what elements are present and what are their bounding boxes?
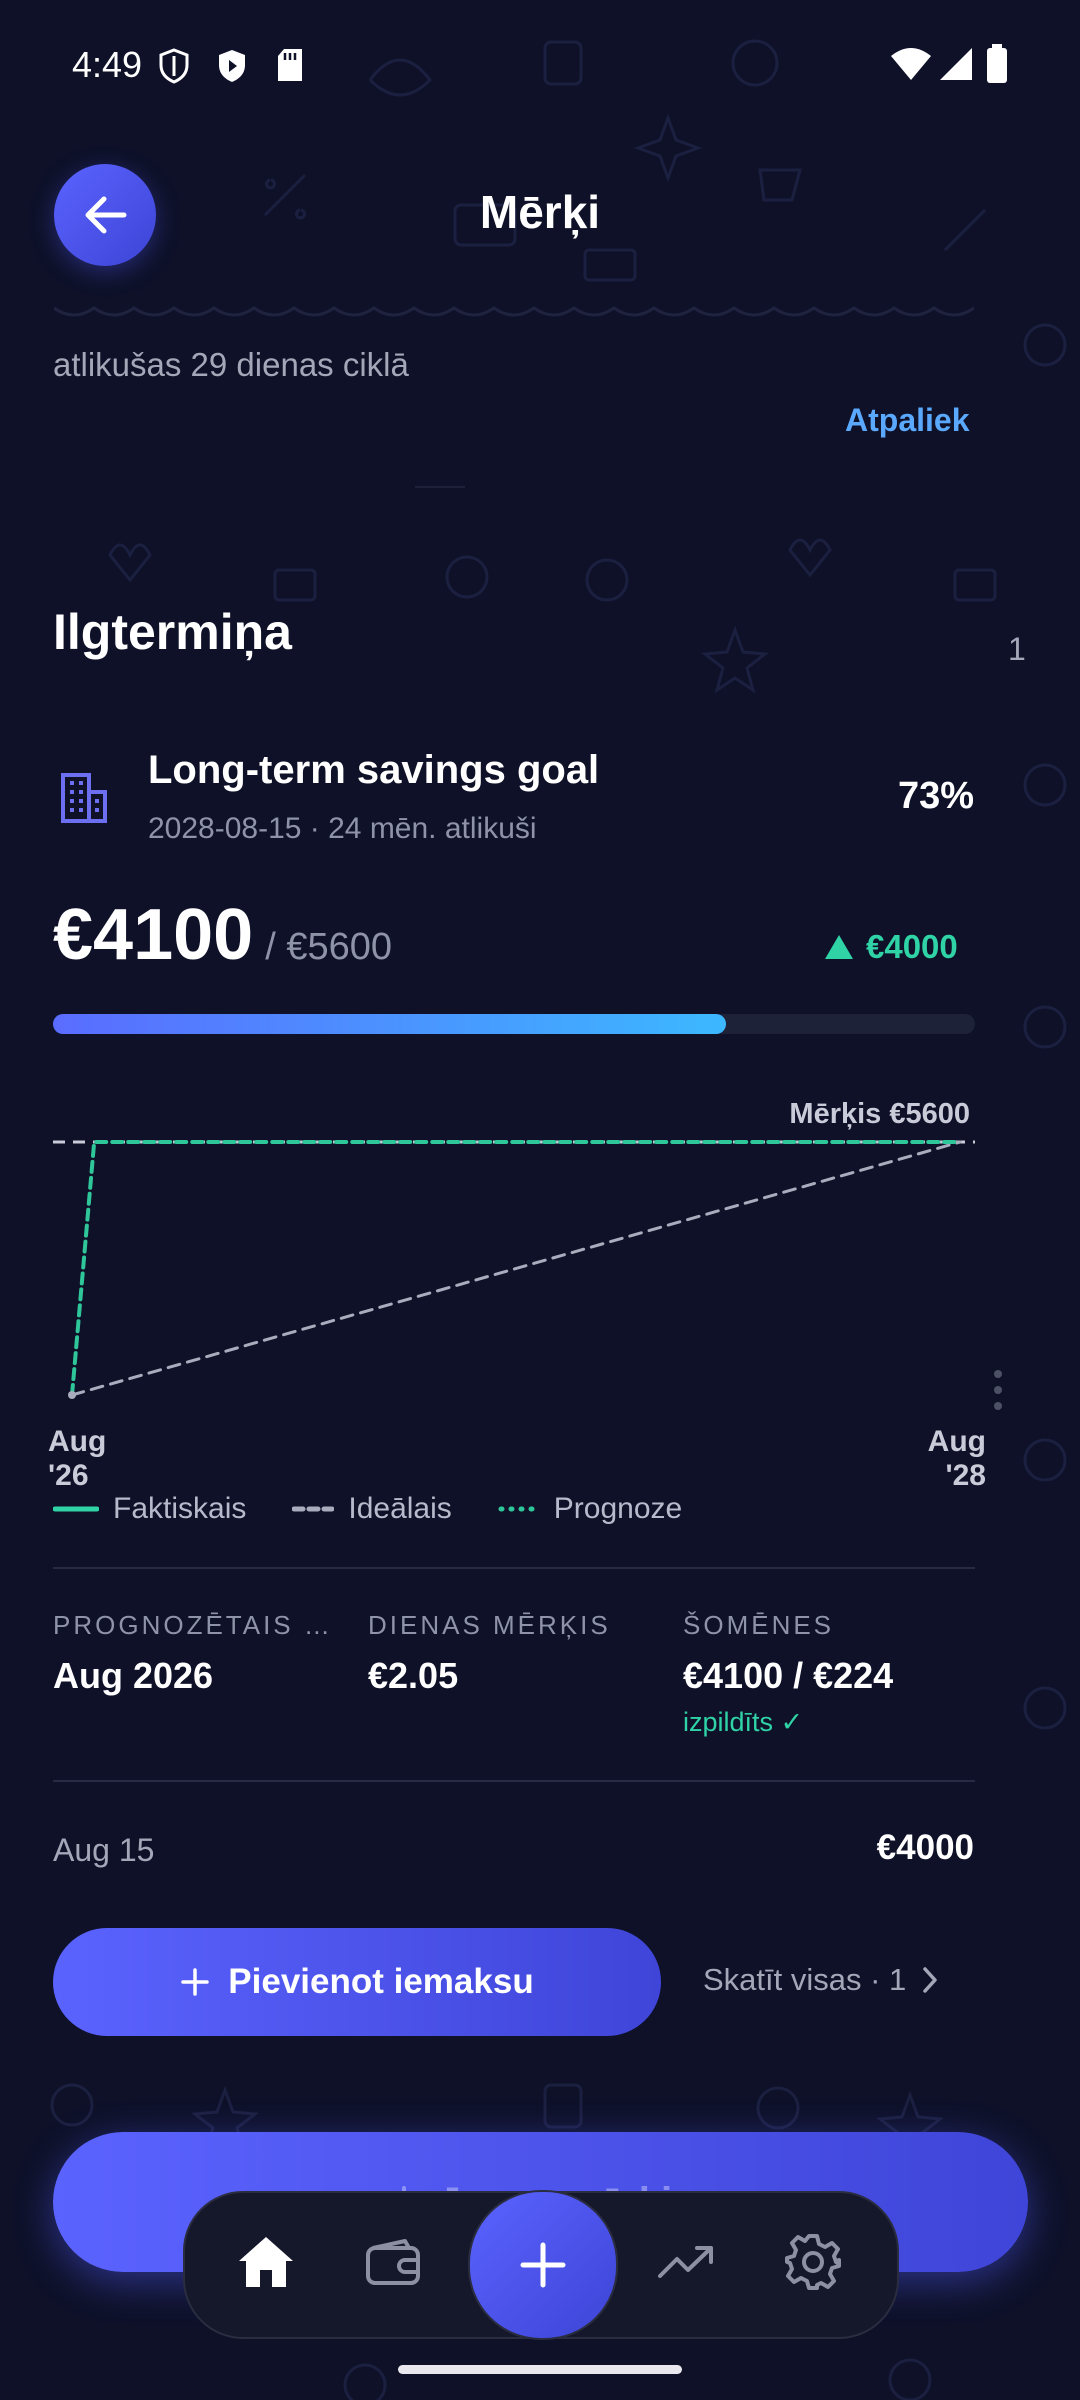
add-contribution-button[interactable]: Pievienot iemaksu [53,1928,661,2036]
sd-card-icon [278,49,302,81]
view-all-label: Skatīt visas · 1 [703,1962,907,1997]
shield-outline-icon [159,48,189,84]
gear-icon [785,2234,841,2290]
chart-legend: Faktiskais Ideālais Prognoze [53,1492,682,1526]
stat-month-badge: izpildīts ✓ [683,1707,804,1737]
chart-x-tick-end: Aug '28 [900,1425,986,1493]
chart-ideal-line [70,1140,962,1397]
legend-forecast-swatch [498,1506,540,1512]
page-title: Mērķi [479,186,601,238]
chevron-right-icon [923,1967,938,1993]
legend-forecast: Prognoze [498,1492,682,1526]
legend-forecast-label: Prognoze [553,1492,683,1525]
chart-more-icon[interactable] [992,1368,1004,1412]
plus-icon [181,1968,210,1996]
legend-ideal: Ideālais [292,1492,452,1526]
triangle-up-icon [825,935,853,959]
goal-subtitle: 2028-08-15 · 24 mēn. atlikuši [148,812,537,845]
chart-plot [53,1140,975,1399]
cycle-remaining-text: atlikušas 29 dienas ciklā [53,346,409,383]
separator-stub [415,486,465,488]
home-icon [239,2237,293,2287]
divider-top [53,1567,975,1569]
nav-settings[interactable] [773,2222,853,2302]
x-tick-start-year: '26 [48,1459,89,1492]
shield-play-icon [219,50,245,82]
progress-fill [53,1014,727,1034]
x-tick-end-year: '28 [945,1459,986,1492]
wifi-icon [891,48,931,80]
stat-month-label: ŠOMĒNES [683,1610,835,1640]
stat-daily-label: DIENAS MĒRĶIS [368,1610,611,1640]
plus-icon [520,2242,566,2288]
section-count: 1 [1008,631,1026,667]
nav-home[interactable] [226,2222,306,2302]
stat-forecast-label: PROGNOZĒTAIS BEIGU DATUMS [53,1610,343,1640]
stat-forecast-value: Aug 2026 [53,1655,214,1696]
goal-name: Long-term savings goal [148,748,600,792]
goal-percent: 73% [897,775,974,817]
stat-daily-target: DIENAS MĒRĶIS €2.05 [368,1610,668,1697]
legend-actual-swatch [53,1506,99,1512]
contribution-date: Aug 15 [53,1832,155,1868]
scroll-wave-divider [54,306,974,317]
goal-amount-row: €4100 / €5600 [53,894,392,976]
contribution-amount: €4000 [876,1828,974,1867]
legend-actual-label: Faktiskais [113,1492,247,1525]
add-contribution-label: Pievienot iemaksu [228,1962,534,2001]
legend-actual: Faktiskais [53,1492,246,1526]
view-all-link[interactable]: Skatīt visas · 1 [703,1962,938,1998]
goal-amount: €4100 [53,895,254,975]
status-bar: 4:49 [0,40,1080,90]
add-fab-button[interactable] [468,2190,618,2340]
legend-ideal-label: Ideālais [348,1492,452,1525]
stat-daily-value: €2.05 [368,1655,459,1696]
building-icon [61,773,107,823]
chart-start-point [68,1391,76,1399]
legend-ideal-swatch [292,1506,335,1512]
status-time: 4:49 [72,44,143,85]
home-indicator[interactable] [398,2365,682,2374]
stat-month-value: €4100 / €224 [683,1655,894,1696]
battery-icon [987,44,1007,83]
status-badge: Atpaliek [845,402,970,438]
wallet-icon [366,2239,420,2285]
stat-this-month: ŠOMĒNES €4100 / €224 izpildīts ✓ [683,1610,983,1738]
goal-delta-value: €4000 [866,928,958,965]
chart-x-tick-start: Aug '26 [48,1425,106,1493]
divider-bottom [53,1780,975,1782]
stat-forecast-date: PROGNOZĒTAIS BEIGU DATUMS Aug 2026 [53,1610,353,1697]
goal-chart: Mērķis €5600 Aug '26 Aug '28 [0,1080,1080,1500]
section-title: Ilgtermiņa [53,604,292,660]
trending-up-icon [658,2246,713,2278]
goal-target: / €5600 [265,926,393,968]
nav-analytics[interactable] [646,2222,726,2302]
nav-wallet[interactable] [353,2222,433,2302]
goal-delta: €4000 [824,928,958,966]
cellular-signal-icon [940,48,972,80]
x-tick-start-month: Aug [48,1425,107,1458]
x-tick-end-month: Aug [927,1425,986,1458]
contribution-row[interactable]: Aug 15 €4000 [0,1820,1080,1880]
